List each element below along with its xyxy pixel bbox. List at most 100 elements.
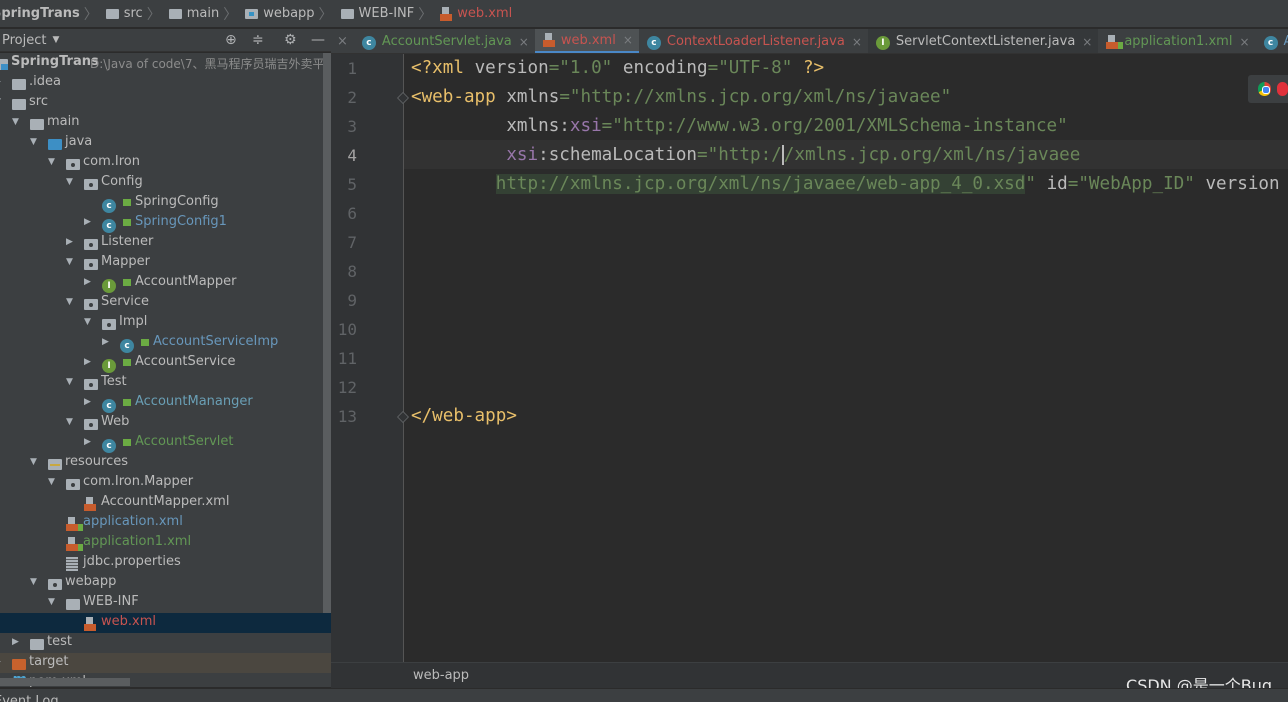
close-tab-icon[interactable]: × xyxy=(519,35,529,49)
tree-item[interactable]: ▼ resources xyxy=(0,453,331,473)
expanded-arrow-icon[interactable]: ▼ xyxy=(66,417,76,427)
tab-web-xml[interactable]: web.xml × xyxy=(534,29,639,53)
breadcrumb-item[interactable]: web.xml xyxy=(440,6,516,21)
lock-icon xyxy=(123,359,131,366)
chevron-down-icon[interactable]: ▼ xyxy=(52,35,59,45)
lock-icon xyxy=(141,339,149,346)
tree-item[interactable]: ▶ c AccountServlet xyxy=(0,433,331,453)
tree-item[interactable]: ▶ I AccountService xyxy=(0,353,331,373)
expanded-arrow-icon[interactable]: ▼ xyxy=(12,117,22,127)
expanded-arrow-icon[interactable]: ▼ xyxy=(30,137,40,147)
tree-item[interactable]: web.xml xyxy=(0,613,331,633)
tree-item[interactable]: ▶ c AccountMananger xyxy=(0,393,331,413)
gear-icon[interactable]: ⚙ xyxy=(284,32,297,48)
expanded-arrow-icon[interactable]: ▼ xyxy=(48,477,58,487)
tree-item[interactable]: AccountMapper.xml xyxy=(0,493,331,513)
class-icon: c xyxy=(120,337,134,353)
event-log-button[interactable]: Event Log xyxy=(0,694,59,702)
expanded-arrow-icon[interactable]: ▼ xyxy=(66,177,76,187)
opera-icon[interactable] xyxy=(1276,82,1288,96)
expanded-arrow-icon[interactable]: ▼ xyxy=(66,297,76,307)
close-tab-icon[interactable]: × xyxy=(1082,35,1092,49)
close-tab-icon[interactable]: × xyxy=(623,33,633,47)
tree-item[interactable]: ▶ c AccountServiceImp xyxy=(0,333,331,353)
tree-item[interactable]: application1.xml xyxy=(0,533,331,553)
tree-item[interactable]: ▼ Mapper xyxy=(0,253,331,273)
breadcrumb-item[interactable]: src 〉 xyxy=(105,4,169,24)
tree-item[interactable]: ▼ Service xyxy=(0,293,331,313)
tree-item[interactable]: ▼ Web xyxy=(0,413,331,433)
tree-item[interactable]: ▶ c SpringConfig1 xyxy=(0,213,331,233)
xml-file-icon xyxy=(440,6,453,21)
tree-item[interactable]: jdbc.properties xyxy=(0,553,331,573)
tree-item[interactable]: ▼ com.Iron xyxy=(0,153,331,173)
expanded-arrow-icon[interactable]: ▼ xyxy=(30,577,40,587)
chrome-icon[interactable] xyxy=(1258,82,1271,96)
tree-horizontal-scrollbar[interactable] xyxy=(0,678,130,686)
tree-item[interactable]: ▶ .idea xyxy=(0,73,331,93)
tab-contextloaderlistener-java[interactable]: c ContextLoaderListener.java × xyxy=(639,29,868,53)
xml-file-icon xyxy=(542,33,555,47)
close-tab-icon[interactable]: × xyxy=(1239,35,1249,49)
expanded-arrow-icon[interactable]: ▼ xyxy=(0,97,4,107)
tree-item[interactable]: ▼ java xyxy=(0,133,331,153)
tree-item[interactable]: ▼SpringTransD:\Java of code\7、黑马程序员瑞吉外卖平… xyxy=(0,53,331,73)
breadcrumb-item[interactable]: webapp 〉 xyxy=(245,4,340,24)
tab-accountmanange[interactable]: c AccountManange xyxy=(1256,29,1288,53)
package-icon xyxy=(84,179,98,190)
tree-item[interactable]: c SpringConfig xyxy=(0,193,331,213)
collapsed-arrow-icon[interactable]: ▶ xyxy=(84,277,94,287)
breadcrumb-item[interactable]: main 〉 xyxy=(168,4,245,24)
tree-item-label: com.Iron.Mapper xyxy=(83,474,194,489)
breadcrumb-item[interactable]: WEB-INF 〉 xyxy=(340,4,441,24)
collapsed-arrow-icon[interactable]: ▶ xyxy=(84,217,94,227)
code-token: ="UTF-8" xyxy=(707,58,803,78)
minimize-icon[interactable]: — xyxy=(311,32,325,48)
tree-item[interactable]: ▼ main xyxy=(0,113,331,133)
tree-vertical-scrollbar[interactable] xyxy=(323,53,331,613)
expanded-arrow-icon[interactable]: ▼ xyxy=(48,597,58,607)
lock-icon xyxy=(123,219,131,226)
collapsed-arrow-icon[interactable]: ▶ xyxy=(0,77,4,87)
tab-servletcontextlistener-java[interactable]: I ServletContextListener.java × xyxy=(867,29,1099,53)
close-icon[interactable]: × xyxy=(331,29,354,53)
expanded-arrow-icon[interactable]: ▼ xyxy=(66,257,76,267)
module-path: D:\Java of code\7、黑马程序员瑞吉外卖平台 xyxy=(90,57,331,71)
expanded-arrow-icon[interactable]: ▼ xyxy=(30,457,40,467)
tree-item[interactable]: ▼ Config xyxy=(0,173,331,193)
tree-item[interactable]: ▼ src xyxy=(0,93,331,113)
tree-item[interactable]: ▶ test xyxy=(0,633,331,653)
tree-item[interactable]: application.xml xyxy=(0,513,331,533)
collapse-icon[interactable]: ≑ xyxy=(252,32,264,48)
collapsed-arrow-icon[interactable]: ▶ xyxy=(102,337,112,347)
tree-item[interactable]: ▶ Listener xyxy=(0,233,331,253)
tab-label: ContextLoaderListener.java xyxy=(666,34,845,49)
tree-item[interactable]: ▼ com.Iron.Mapper xyxy=(0,473,331,493)
tree-item[interactable]: ▶ I AccountMapper xyxy=(0,273,331,293)
tab-application1-xml[interactable]: application1.xml × xyxy=(1098,29,1255,53)
tree-item[interactable]: ▼ webapp xyxy=(0,573,331,593)
collapsed-arrow-icon[interactable]: ▶ xyxy=(66,237,76,247)
collapsed-arrow-icon[interactable]: ▶ xyxy=(84,357,94,367)
project-view-selector[interactable]: Project xyxy=(2,33,46,48)
tree-item[interactable]: ▼ Impl xyxy=(0,313,331,333)
expanded-arrow-icon[interactable]: ▼ xyxy=(66,377,76,387)
code-token: </web-app> xyxy=(411,406,517,426)
tab-accountservlet-java[interactable]: c AccountServlet.java × xyxy=(354,29,535,53)
locate-icon[interactable]: ⊕ xyxy=(225,32,237,48)
tree-item[interactable]: ▶ target xyxy=(0,653,331,673)
properties-file-icon xyxy=(66,557,78,571)
tree-item[interactable]: ▼ WEB-INF xyxy=(0,593,331,613)
expanded-arrow-icon[interactable]: ▼ xyxy=(48,157,58,167)
collapsed-arrow-icon[interactable]: ▶ xyxy=(12,637,22,647)
tree-item[interactable]: ▼ Test xyxy=(0,373,331,393)
collapsed-arrow-icon[interactable]: ▶ xyxy=(84,437,94,447)
editor-breadcrumb-item[interactable]: web-app xyxy=(413,668,469,683)
collapsed-arrow-icon[interactable]: ▶ xyxy=(84,397,94,407)
expanded-arrow-icon[interactable]: ▼ xyxy=(84,317,94,327)
close-tab-icon[interactable]: × xyxy=(852,35,862,49)
collapsed-arrow-icon[interactable]: ▶ xyxy=(0,657,4,667)
package-icon xyxy=(66,479,80,490)
breadcrumb-item[interactable]: SpringTrans 〉 xyxy=(0,4,106,24)
